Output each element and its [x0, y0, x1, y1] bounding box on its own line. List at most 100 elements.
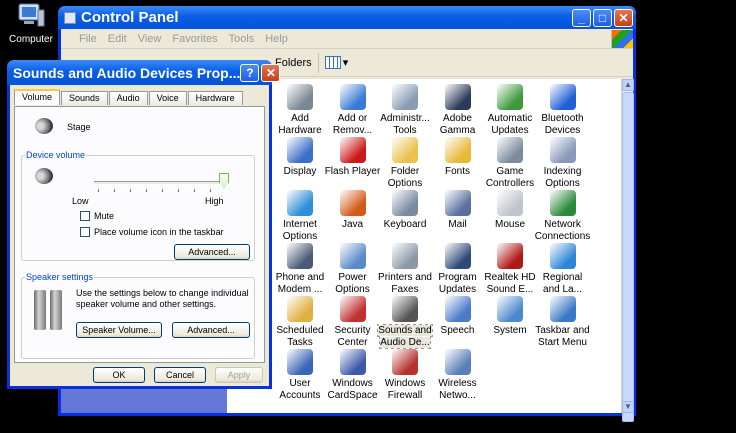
control-panel-item-label: Mail: [448, 219, 467, 230]
control-panel-item[interactable]: Regional and La...: [534, 243, 592, 296]
control-panel-item[interactable]: Phone and Modem ...: [271, 243, 329, 296]
control-panel-item-icon: [392, 190, 418, 216]
scroll-down-icon[interactable]: ▼: [622, 401, 634, 413]
control-panel-item-icon: [339, 137, 366, 163]
control-panel-item-label: Automatic Updates: [487, 113, 533, 136]
control-panel-item-label: Wireless Netwo...: [438, 378, 477, 401]
dialog-titlebar[interactable]: Sounds and Audio Devices Prop... ? ✕: [7, 60, 281, 85]
desktop-icon-computer[interactable]: Computer: [6, 2, 56, 45]
control-panel-item[interactable]: Administr... Tools: [376, 84, 434, 137]
control-panel-item-icon: [287, 190, 313, 216]
control-panel-item-label: Taskbar and Start Menu: [535, 325, 590, 348]
control-panel-item[interactable]: Indexing Options: [534, 137, 592, 190]
menu-help[interactable]: Help: [265, 33, 288, 45]
control-panel-item[interactable]: Windows CardSpace: [324, 349, 382, 402]
volume-slider-track[interactable]: [94, 181, 224, 185]
speaker-icon: [35, 118, 53, 134]
control-panel-item[interactable]: Speech: [429, 296, 487, 337]
control-panel-item-icon: [549, 137, 576, 163]
control-panel-item-icon: [287, 84, 313, 110]
control-panel-item[interactable]: User Accounts: [271, 349, 329, 402]
control-panel-item[interactable]: Internet Options: [271, 190, 329, 243]
control-panel-item-label: Flash Player: [324, 166, 381, 177]
control-panel-item[interactable]: Add Hardware: [271, 84, 329, 137]
control-panel-item[interactable]: Bluetooth Devices: [534, 84, 592, 137]
menu-favorites[interactable]: Favorites: [172, 33, 217, 45]
scroll-up-icon[interactable]: ▲: [622, 79, 634, 91]
help-button[interactable]: ?: [240, 63, 260, 82]
tray-icon-checkbox[interactable]: Place volume icon in the taskbar: [80, 227, 224, 237]
scroll-thumb[interactable]: [622, 92, 634, 422]
tray-icon-label: Place volume icon in the taskbar: [94, 227, 224, 237]
control-panel-item[interactable]: System: [481, 296, 539, 337]
tab-audio[interactable]: Audio: [108, 91, 148, 105]
control-panel-item-icon: [444, 349, 471, 375]
control-panel-item-label: Speech: [440, 325, 475, 336]
control-panel-item[interactable]: Mail: [429, 190, 487, 231]
speaker-volume-button[interactable]: Speaker Volume...: [76, 322, 162, 338]
control-panel-item[interactable]: Mouse: [481, 190, 539, 231]
control-panel-item[interactable]: Fonts: [429, 137, 487, 178]
control-panel-item[interactable]: Automatic Updates: [481, 84, 539, 137]
speaker-advanced-button[interactable]: Advanced...: [172, 322, 250, 338]
control-panel-item[interactable]: Sounds and Audio De...: [376, 296, 434, 349]
tray-icon-checkbox-box[interactable]: [80, 227, 90, 237]
control-panel-item[interactable]: Security Center: [324, 296, 382, 349]
volume-speaker-icon: [35, 168, 53, 184]
device-advanced-button[interactable]: Advanced...: [174, 244, 250, 260]
tab-volume[interactable]: Volume: [14, 89, 61, 105]
minimize-button[interactable]: _: [572, 8, 591, 27]
tab-hardware[interactable]: Hardware: [187, 91, 243, 105]
control-panel-item[interactable]: Add or Remov...: [324, 84, 382, 137]
ok-button[interactable]: OK: [93, 367, 145, 383]
views-button[interactable]: ▾: [324, 56, 348, 69]
control-panel-item-icon: [339, 349, 366, 375]
control-panel-item-label: User Accounts: [279, 378, 321, 401]
tab-voice[interactable]: Voice: [148, 91, 187, 105]
device-volume-caption: Device volume: [25, 150, 87, 160]
dialog-close-button[interactable]: ✕: [261, 63, 281, 82]
volume-slider-thumb[interactable]: [219, 173, 229, 188]
high-label: High: [205, 196, 224, 206]
speaker-settings-caption: Speaker settings: [25, 272, 95, 282]
slider-tick: [194, 189, 195, 192]
control-panel-item-icon: [392, 349, 418, 375]
control-panel-item[interactable]: Power Options: [324, 243, 382, 296]
control-panel-item[interactable]: Keyboard: [376, 190, 434, 231]
control-panel-item-icon: [392, 296, 418, 322]
control-panel-item[interactable]: Folder Options: [376, 137, 434, 190]
menu-view[interactable]: View: [138, 33, 162, 45]
sounds-dialog: Sounds and Audio Devices Prop... ? ✕ Vol…: [7, 60, 281, 389]
window-title: Control Panel: [81, 9, 179, 26]
menu-tools[interactable]: Tools: [229, 33, 255, 45]
mute-checkbox-box[interactable]: [80, 211, 90, 221]
dialog-tabs: Volume Sounds Audio Voice Hardware: [14, 89, 244, 105]
desktop-icon-label: Computer: [9, 34, 53, 45]
control-panel-item[interactable]: Scheduled Tasks: [271, 296, 329, 349]
menu-edit[interactable]: Edit: [108, 33, 127, 45]
control-panel-item[interactable]: Taskbar and Start Menu: [534, 296, 592, 349]
close-button[interactable]: ✕: [614, 8, 633, 27]
control-panel-item[interactable]: Windows Firewall: [376, 349, 434, 402]
menu-file[interactable]: File: [79, 33, 97, 45]
control-panel-item[interactable]: Realtek HD Sound E...: [481, 243, 539, 296]
control-panel-item-icon: [549, 84, 576, 110]
control-panel-item[interactable]: Program Updates: [429, 243, 487, 296]
cancel-button[interactable]: Cancel: [154, 367, 206, 383]
control-panel-item[interactable]: Display: [271, 137, 329, 178]
control-panel-item[interactable]: Java: [324, 190, 382, 231]
mute-checkbox[interactable]: Mute: [80, 211, 114, 221]
maximize-button[interactable]: □: [593, 8, 612, 27]
tab-sounds[interactable]: Sounds: [61, 91, 108, 105]
control-panel-item[interactable]: Wireless Netwo...: [429, 349, 487, 402]
control-panel-item-icon: [497, 190, 523, 216]
control-panel-item[interactable]: Game Controllers: [481, 137, 539, 190]
control-panel-titlebar[interactable]: Control Panel _ □ ✕: [58, 6, 636, 29]
control-panel-item[interactable]: Flash Player: [324, 137, 382, 178]
vertical-scrollbar[interactable]: ▲ ▼: [621, 79, 634, 422]
device-volume-group: Device volume Low High Mute Place volume…: [21, 150, 255, 261]
control-panel-item[interactable]: Printers and Faxes: [376, 243, 434, 296]
control-panel-item[interactable]: Network Connections: [534, 190, 592, 243]
control-panel-item[interactable]: Adobe Gamma: [429, 84, 487, 137]
low-label: Low: [72, 196, 89, 206]
